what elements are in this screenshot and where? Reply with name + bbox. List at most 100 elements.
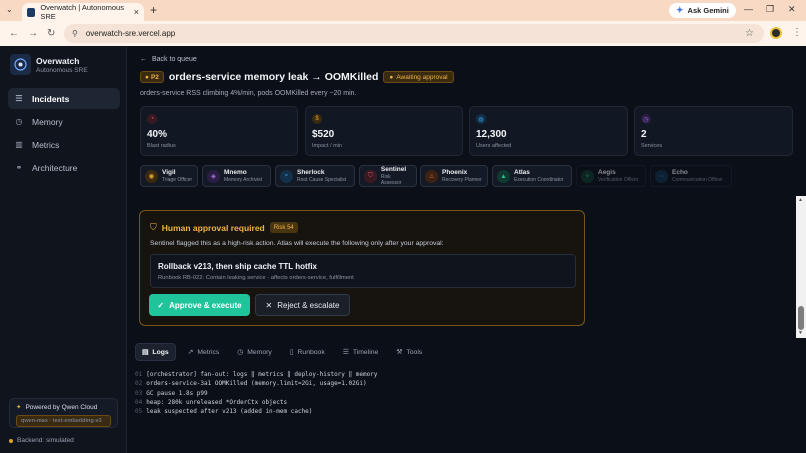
sidebar-item-incidents[interactable]: ☰ Incidents (8, 88, 120, 109)
url-input[interactable]: ⚲ overwatch-sre.vercel.app ☆ (64, 24, 764, 43)
agent-echo[interactable]: ⋯ Echo Communication Officer (650, 165, 732, 187)
close-icon: ✕ (265, 300, 273, 310)
approval-description: Sentinel flagged this as a high-risk act… (150, 240, 444, 247)
plan-detail: Runbook RB-022: Contain leaking service … (158, 275, 354, 281)
agent-aegis[interactable]: ✧ Aegis Verification Officer (576, 165, 646, 187)
browser-tab[interactable]: Overwatch | Autonomous SRE × (22, 3, 144, 21)
priority-badge: ● P2 (140, 71, 164, 83)
agent-sentinel[interactable]: ⛉ Sentinel Risk Assessor (359, 165, 417, 187)
tab-logs[interactable]: ▤ Logs (135, 343, 176, 361)
agent-role: Triage Officer (162, 177, 193, 183)
sidebar-item-architecture[interactable]: ⚭ Architecture (8, 157, 120, 178)
stat-card-blast-radius: ◔ 40% Blast radius (140, 106, 298, 156)
agent-name: Vigil (162, 169, 176, 176)
stat-label: Impact / min (312, 143, 342, 149)
stat-card-impact: $ $520 Impact / min (305, 106, 463, 156)
ask-gemini-button[interactable]: ✦ Ask Gemini (669, 3, 736, 18)
approve-button[interactable]: ✓ Approve & execute (149, 294, 250, 316)
stat-value: $520 (312, 129, 335, 140)
stat-value: 40% (147, 129, 168, 140)
agent-name: Echo (672, 169, 688, 176)
stat-value: 12,300 (476, 129, 507, 140)
sidebar: Overwatch Autonomous SRE ☰ Incidents ◷ M… (0, 46, 127, 453)
agent-role: Communication Officer (672, 177, 723, 183)
agent-name: Aegis (598, 169, 616, 176)
forward-arrow-icon[interactable]: → (28, 28, 38, 39)
sidebar-item-metrics[interactable]: ▥ Metrics (8, 134, 120, 155)
scroll-up-icon[interactable]: ▲ (798, 197, 803, 203)
agent-sherlock[interactable]: ⌕ Sherlock Root Cause Specialist (275, 165, 355, 187)
sidebar-item-label: Metrics (32, 139, 60, 150)
agent-role: Execution Coordinator (514, 177, 564, 183)
agent-role: Memory Archivist (224, 177, 263, 183)
new-tab-button[interactable]: + (150, 3, 157, 17)
stat-card-users: ◍ 12,300 Users affected (469, 106, 628, 156)
back-to-queue-link[interactable]: ← Back to queue (140, 56, 197, 63)
stat-label: Users affected (476, 143, 512, 149)
app: Overwatch Autonomous SRE ☰ Incidents ◷ M… (0, 46, 806, 453)
brand-name: Overwatch (36, 55, 80, 66)
agent-phoenix[interactable]: ♨ Phoenix Recovery Planner (420, 165, 488, 187)
tab-timeline[interactable]: ☰ Timeline (337, 343, 385, 361)
detail-tabs: ▤ Logs ↗ Metrics ◷ Memory ▯ Runbook ☰ Timelin… (135, 343, 428, 361)
network-icon: ⚭ (15, 163, 23, 172)
reload-icon[interactable]: ↻ (47, 28, 55, 39)
flame-icon: ♨ (425, 169, 438, 183)
layers-icon: ◷ (641, 114, 651, 124)
risk-badge: Risk 54 (269, 222, 298, 233)
restore-icon[interactable]: ❐ (766, 4, 774, 15)
reject-label: Reject & escalate (277, 300, 340, 310)
scroll-down-icon[interactable]: ▼ (798, 330, 803, 336)
file-icon: ▤ (142, 349, 149, 356)
page-scrollbar[interactable]: ▲ ▼ (796, 196, 806, 338)
extension-icon[interactable] (770, 27, 782, 39)
tab-runbook[interactable]: ▯ Runbook (284, 343, 331, 361)
tab-tools[interactable]: ⚒ Tools (390, 343, 428, 361)
scroll-thumb[interactable] (798, 306, 804, 330)
approval-panel: ⛉ Human approval required Risk 54 Sentin… (139, 210, 585, 326)
powered-by-label: Powered by Qwen Cloud (25, 403, 98, 411)
reject-button[interactable]: ✕ Reject & escalate (255, 294, 350, 316)
broadcast-icon: ⋯ (655, 169, 668, 183)
sidebar-item-memory[interactable]: ◷ Memory (8, 111, 120, 132)
main-content: ← Back to queue ● P2 orders-service memor… (128, 46, 806, 453)
approve-label: Approve & execute (169, 300, 242, 310)
list-icon: ☰ (15, 94, 23, 103)
brand[interactable]: Overwatch Autonomous SRE (10, 54, 88, 75)
check-shield-icon: ✧ (581, 169, 594, 183)
close-window-icon[interactable]: ✕ (788, 4, 796, 15)
browser-tabstrip: ⌄ Overwatch | Autonomous SRE × + ✦ Ask G… (0, 0, 806, 21)
tab-search-icon[interactable]: ⌄ (6, 5, 13, 14)
sidebar-item-label: Architecture (32, 162, 78, 173)
tab-close-icon[interactable]: × (134, 7, 139, 17)
agent-vigil[interactable]: ◉ Vigil Triage Officer (140, 165, 198, 187)
agent-mnemo[interactable]: ◈ Mnemo Memory Archivist (202, 165, 271, 187)
priority-dot-icon: ● (145, 73, 149, 81)
check-icon: ✓ (157, 300, 165, 310)
agent-atlas[interactable]: ▲ Atlas Execution Coordinator (492, 165, 572, 187)
memory-icon: ◈ (207, 169, 220, 183)
incident-summary: orders-service RSS climbing 4%/min, pods… (140, 90, 357, 97)
back-arrow-icon[interactable]: ← (9, 28, 19, 39)
mountain-icon: ▲ (497, 169, 510, 183)
agent-role: Recovery Planner (442, 177, 482, 183)
stat-label: Services (641, 143, 663, 149)
minimize-icon[interactable]: — (744, 4, 753, 14)
tab-memory[interactable]: ◷ Memory (231, 343, 277, 361)
site-info-icon[interactable]: ⚲ (72, 29, 78, 38)
gemini-icon: ✦ (676, 5, 684, 15)
sparkle-icon: ✦ (16, 404, 22, 411)
agent-name: Sherlock (297, 169, 325, 176)
book-icon: ▯ (289, 349, 294, 356)
trend-icon: ↗ (187, 349, 194, 356)
memory-icon: ◷ (15, 117, 23, 126)
log-line: 01 [orchestrator] fan-out: logs ‖ metrics… (135, 371, 378, 378)
backend-status: Backend: simulated (9, 437, 74, 444)
tab-metrics[interactable]: ↗ Metrics (182, 343, 226, 361)
browser-menu-icon[interactable]: ⋮ (792, 27, 802, 38)
bookmark-star-icon[interactable]: ☆ (745, 28, 754, 39)
bar-chart-icon: ▥ (15, 140, 23, 149)
agent-name: Phoenix (442, 169, 468, 176)
overwatch-logo-icon (10, 54, 31, 75)
backend-status-label: Backend: simulated (17, 437, 74, 444)
